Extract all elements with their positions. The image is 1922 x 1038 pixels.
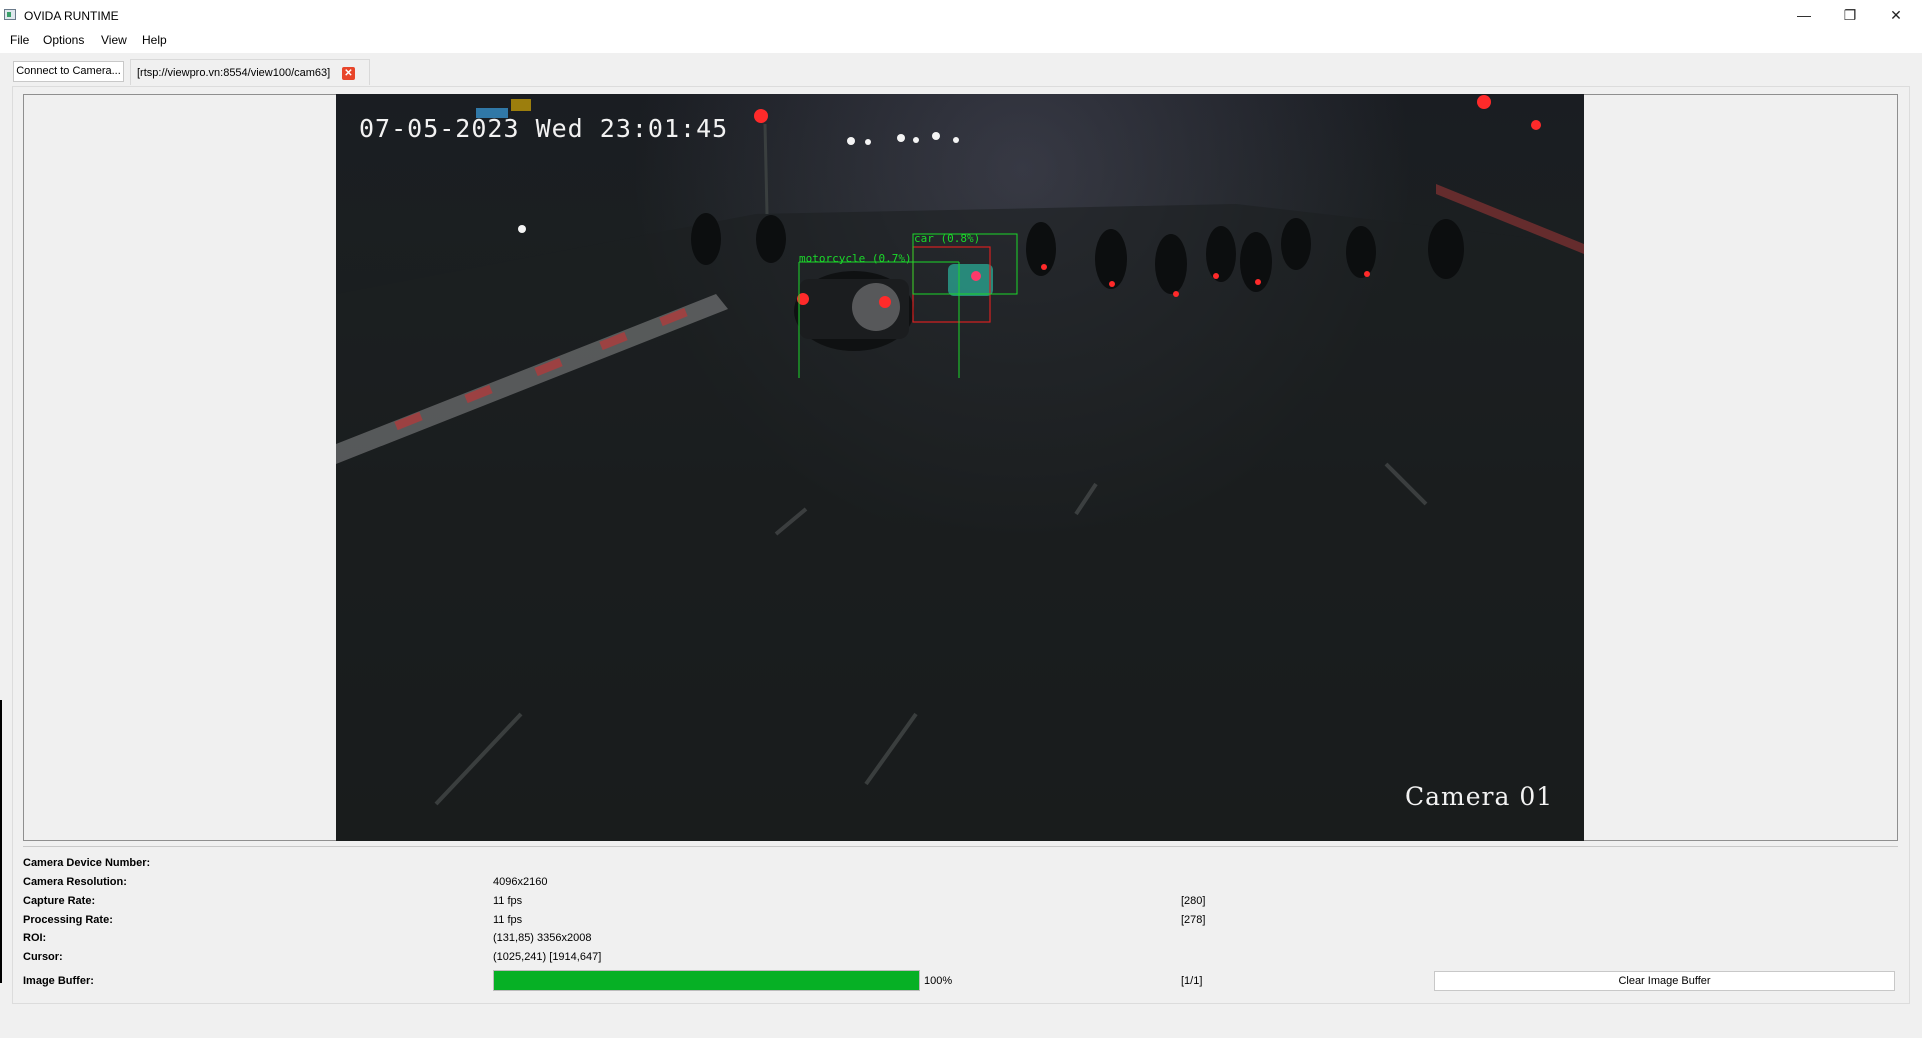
image-buffer-progress [493, 970, 920, 991]
detection-label-motorcycle: motorcycle (0.7%) [799, 252, 912, 265]
image-buffer-percent: 100% [924, 975, 953, 987]
video-timestamp: 07-05-2023 Wed 23:01:45 [359, 114, 729, 143]
tab-close-icon[interactable]: ✕ [342, 67, 355, 80]
menu-help[interactable]: Help [142, 31, 167, 57]
restore-button[interactable]: ❐ [1827, 0, 1873, 31]
image-buffer-progress-fill [494, 971, 919, 990]
clear-image-buffer-button[interactable]: Clear Image Buffer [1434, 971, 1895, 991]
detection-label-car: car (0.8%) [914, 232, 981, 245]
roi-label: ROI: [23, 932, 47, 944]
image-buffer-count: [1/1] [1181, 975, 1203, 987]
processing-rate-value: 11 fps [493, 914, 523, 926]
window-title: OVIDA RUNTIME [24, 9, 119, 23]
processing-rate-count: [278] [1181, 914, 1206, 926]
divider [23, 846, 1898, 847]
roi-value: (131,85) 3356x2008 [493, 932, 592, 944]
image-buffer-label: Image Buffer: [23, 975, 94, 987]
menu-options[interactable]: Options [43, 31, 84, 57]
capture-rate-label: Capture Rate: [23, 895, 96, 907]
resolution-label: Camera Resolution: [23, 876, 127, 888]
capture-rate-value: 11 fps [493, 895, 523, 907]
camera-label: Camera 01 [1405, 782, 1554, 811]
minimize-button[interactable]: — [1781, 0, 1827, 31]
edge-marker [0, 700, 2, 983]
resolution-value: 4096x2160 [493, 876, 548, 888]
tab-camera-stream[interactable]: [rtsp://viewpro.vn:8554/view100/cam63] ✕ [130, 59, 370, 85]
title-bar: OVIDA RUNTIME — ❐ ✕ [0, 0, 1922, 31]
video-view[interactable]: 07-05-2023 Wed 23:01:45 Camera 01 car (0… [336, 94, 1584, 841]
menu-file[interactable]: File [10, 31, 29, 57]
tab-label: [rtsp://viewpro.vn:8554/view100/cam63] [137, 67, 331, 79]
cursor-value: (1025,241) [1914,647] [493, 951, 602, 963]
menu-bar: File Options View Help [0, 31, 1922, 53]
close-button[interactable]: ✕ [1873, 0, 1919, 31]
menu-view[interactable]: View [101, 31, 127, 57]
processing-rate-label: Processing Rate: [23, 914, 113, 926]
device-number-label: Camera Device Number: [23, 857, 151, 869]
cursor-label: Cursor: [23, 951, 63, 963]
connect-camera-button[interactable]: Connect to Camera... [13, 61, 124, 82]
app-icon [4, 9, 16, 20]
video-scene [336, 95, 1584, 841]
capture-rate-count: [280] [1181, 895, 1206, 907]
